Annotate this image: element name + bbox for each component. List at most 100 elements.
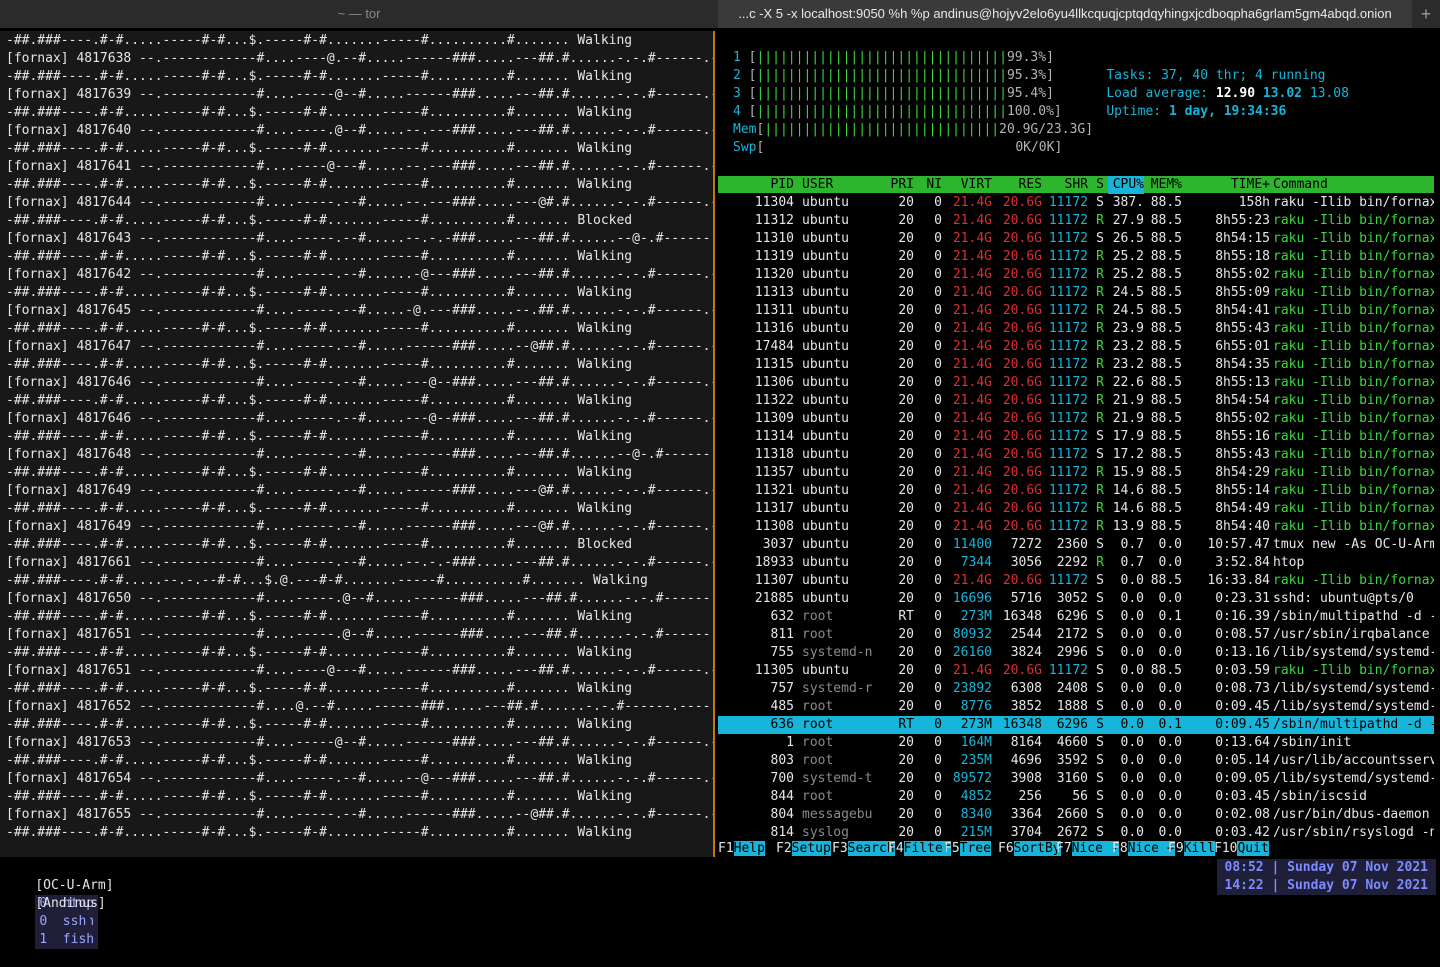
col-pid[interactable]: PID [718,176,794,194]
pid: 11312 [754,213,794,228]
fkey-filter[interactable]: F4Filter [888,840,951,857]
fkey-nice[interactable]: F7Nice - [1056,840,1119,857]
process-row[interactable]: 17484 ubuntu 20 0 21.4G 20.6G 11172 R 23.2 88.5 6h… [718,338,1434,356]
process-row[interactable]: 11314 ubuntu 20 0 21.4G 20.6G 11172 S 17.9 88.5 8h… [718,428,1434,446]
fkey-tree[interactable]: F5Tree [944,840,998,857]
process-row[interactable]: 11312 ubuntu 20 0 21.4G 20.6G 11172 R 27.9 88.5 8h… [718,212,1434,230]
mem-percent: 0.0 [1158,645,1182,660]
col-cpu[interactable]: CPU% [1108,176,1144,194]
col-time[interactable]: TIME+ [1218,176,1270,194]
virt: 21.4G [952,249,992,264]
cpu-meter: 1 [||||||||||||||||||||||||||||||||99.3%… [733,50,1054,65]
process-row[interactable]: 11309 ubuntu 20 0 21.4G 20.6G 11172 R 21.9 88.5 8h… [718,410,1434,428]
user: ubuntu [802,501,849,516]
cpu-percent: 24.5 [1112,303,1144,318]
process-row[interactable]: 11306 ubuntu 20 0 21.4G 20.6G 11172 R 22.6 88.5 8h… [718,374,1434,392]
shr: 2408 [1056,681,1088,696]
res: 20.6G [1002,483,1042,498]
nice: 0 [934,501,942,516]
process-row[interactable]: 485 root 20 0 8776 3852 1888 S 0.0 0.0 0:09.45/lib… [718,698,1434,716]
nice: 0 [934,213,942,228]
process-row[interactable]: 700 systemd-t 20 0 89572 3908 3160 S 0.0 0.0 0:09.… [718,770,1434,788]
process-row[interactable]: 21885 ubuntu 20 0 16696 5716 3052 S 0.0 0.0 0:23.3… [718,590,1434,608]
command: raku -Ilib bin/fornax --frame-rate=12 [1273,321,1434,336]
process-row[interactable]: 757 systemd-r 20 0 23892 6308 2408 S 0.0 0.0 0:08.… [718,680,1434,698]
fkey-kill[interactable]: F9Kill [1168,840,1215,857]
process-row[interactable]: 11322 ubuntu 20 0 21.4G 20.6G 11172 R 21.9 88.5 8h… [718,392,1434,410]
fkey-help[interactable]: F1Help [718,840,776,857]
process-row[interactable]: 3037 ubuntu 20 0 11400 7272 2360 S 0.7 0.0 10:57.4… [718,536,1434,554]
fkey-sortby[interactable]: F6SortBy [998,840,1061,857]
process-row[interactable]: 11318 ubuntu 20 0 21.4G 20.6G 11172 S 17.2 88.5 8h… [718,446,1434,464]
left-pane-terminal[interactable]: -##.###----.#-#.....-----#-#...$.-----#-… [0,31,713,857]
priority: 20 [898,645,914,660]
process-row[interactable]: 803 root 20 0 235M 4696 3592 S 0.0 0.0 0:05.14/usr… [718,752,1434,770]
pid: 3037 [762,537,794,552]
user: ubuntu [802,339,849,354]
col-ni[interactable]: NI [916,176,942,194]
process-row[interactable]: 11308 ubuntu 20 0 21.4G 20.6G 11172 R 13.9 88.5 8h… [718,518,1434,536]
priority: 20 [898,375,914,390]
fkey-search[interactable]: F3Search [832,840,895,857]
process-row[interactable]: 844 root 20 0 4852 256 56 S 0.0 0.0 0:03.45/sbin/i… [718,788,1434,806]
new-tab-button[interactable]: + [1412,0,1440,28]
fkey-nice[interactable]: F8Nice + [1112,840,1175,857]
mem-percent: 0.0 [1158,681,1182,696]
process-row[interactable]: 11311 ubuntu 20 0 21.4G 20.6G 11172 R 24.5 88.5 8h… [718,302,1434,320]
pid: 485 [770,699,794,714]
window-fish[interactable]: 1 fish [35,931,99,949]
process-row[interactable]: 11317 ubuntu 20 0 21.4G 20.6G 11172 R 14.6 88.5 8h… [718,500,1434,518]
virt: 235M [960,753,992,768]
process-row[interactable]: 11316 ubuntu 20 0 21.4G 20.6G 11172 R 23.9 88.5 8h… [718,320,1434,338]
process-row[interactable]: 11310 ubuntu 20 0 21.4G 20.6G 11172 S 26.5 88.5 8h… [718,230,1434,248]
cpu-percent: 0.0 [1120,753,1144,768]
process-row[interactable]: 11319 ubuntu 20 0 21.4G 20.6G 11172 R 25.2 88.5 8h… [718,248,1434,266]
col-command[interactable]: Command [1273,176,1433,194]
window-ssh[interactable]: 0 ssh [35,913,91,931]
priority: 20 [898,699,914,714]
col-user[interactable]: USER [802,176,874,194]
priority: 20 [898,771,914,786]
process-row[interactable]: 11357 ubuntu 20 0 21.4G 20.6G 11172 R 15.9 88.5 8h… [718,464,1434,482]
col-shr[interactable]: SHR [1044,176,1088,194]
cpu-percent: 0.0 [1120,789,1144,804]
right-pane-htop[interactable]: 1 [||||||||||||||||||||||||||||||||99.3%… [715,31,1440,857]
col-state[interactable]: S [1092,176,1104,194]
cpu-percent: 17.2 [1112,447,1144,462]
process-row[interactable]: 18933 ubuntu 20 0 7344 3056 2292 R 0.7 0.0 3:52.84… [718,554,1434,572]
time: 8h54:29 [1215,465,1270,480]
process-row[interactable]: 11321 ubuntu 20 0 21.4G 20.6G 11172 R 14.6 88.5 8h… [718,482,1434,500]
process-row[interactable]: 11320 ubuntu 20 0 21.4G 20.6G 11172 R 25.2 88.5 8h… [718,266,1434,284]
nice: 0 [934,321,942,336]
nice: 0 [934,645,942,660]
res: 16348 [1002,609,1042,624]
process-row[interactable]: 755 systemd-n 20 0 26160 3824 2996 S 0.0 0.0 0:13.… [718,644,1434,662]
col-mem[interactable]: MEM% [1146,176,1182,194]
process-row-selected[interactable]: 636 root RT 0 273M 16348 6296 S 0.0 0.1 0:09.45/sb… [718,716,1434,734]
col-virt[interactable]: VIRT [946,176,992,194]
mem-percent: 88.5 [1150,357,1182,372]
fkey-quit[interactable]: F10Quit [1214,840,1274,857]
process-row[interactable]: 11305 ubuntu 20 0 21.4G 20.6G 11172 S 0.0 88.5 0:0… [718,662,1434,680]
process-row[interactable]: 11313 ubuntu 20 0 21.4G 20.6G 11172 R 24.5 88.5 8h… [718,284,1434,302]
virt: 273M [960,717,992,732]
process-row[interactable]: 632 root RT 0 273M 16348 6296 S 0.0 0.1 0:16.39/sb… [718,608,1434,626]
state: S [1096,807,1104,822]
virt: 21.4G [952,519,992,534]
priority: 20 [898,807,914,822]
process-row[interactable]: 11304 ubuntu 20 0 21.4G 20.6G 11172 S 387. 88.5 15… [718,194,1434,212]
process-row[interactable]: 1 root 20 0 164M 8164 4660 S 0.0 0.0 0:13.64/sbin/… [718,734,1434,752]
process-row[interactable]: 811 root 20 0 80932 2544 2172 S 0.0 0.0 0:08.57/us… [718,626,1434,644]
col-res[interactable]: RES [994,176,1042,194]
process-row[interactable]: 804 messagebu 20 0 8340 3364 2660 S 0.0 0.0 0:02.0… [718,806,1434,824]
process-row[interactable]: 11315 ubuntu 20 0 21.4G 20.6G 11172 R 23.2 88.5 8h… [718,356,1434,374]
tab-ssh[interactable]: ...c -X 5 -x localhost:9050 %h %p andinu… [718,0,1412,28]
process-row[interactable]: 11307 ubuntu 20 0 21.4G 20.6G 11172 S 0.0 88.5 16:… [718,572,1434,590]
col-pri[interactable]: PRI [874,176,914,194]
res: 20.6G [1002,429,1042,444]
fkey-setup[interactable]: F2Setup [776,840,832,857]
virt: 21.4G [952,231,992,246]
tab-tor[interactable]: ~ — tor [0,0,718,28]
priority: 20 [898,447,914,462]
res: 6308 [1010,681,1042,696]
